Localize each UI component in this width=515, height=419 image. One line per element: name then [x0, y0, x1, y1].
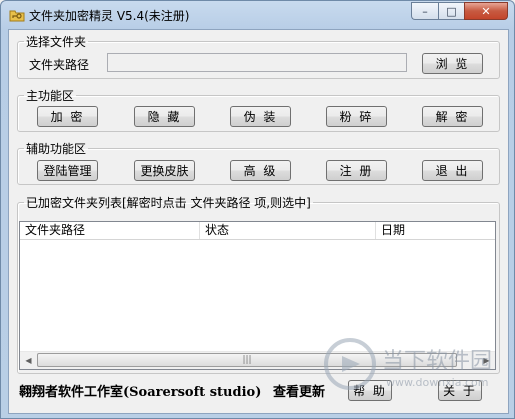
about-button[interactable]: 关 于 — [438, 380, 482, 401]
client-area: 选择文件夹 文件夹路径 浏 览 主功能区 加 密 隐 藏 伪 装 粉 碎 解 密… — [8, 29, 509, 414]
list-header: 文件夹路径 状态 日期 — [20, 222, 495, 240]
decrypt-button[interactable]: 解 密 — [422, 106, 483, 127]
check-update-link[interactable]: 查看更新 — [273, 381, 325, 400]
column-header-status[interactable]: 状态 — [200, 222, 376, 239]
scrollbar-thumb[interactable]: ||| — [37, 353, 457, 367]
column-header-path[interactable]: 文件夹路径 — [20, 222, 200, 239]
maximize-icon: □ — [446, 4, 457, 18]
close-button[interactable]: ✕ — [464, 2, 508, 20]
hide-button[interactable]: 隐 藏 — [134, 106, 195, 127]
folder-key-icon — [9, 10, 25, 22]
window-controls: – □ ✕ — [411, 2, 508, 20]
disguise-button[interactable]: 伪 装 — [230, 106, 291, 127]
shred-button[interactable]: 粉 碎 — [326, 106, 387, 127]
login-manage-button[interactable]: 登陆管理 — [37, 160, 98, 181]
register-button[interactable]: 注 册 — [326, 160, 387, 181]
scroll-left-arrow-icon[interactable]: ◀ — [20, 352, 37, 369]
encrypt-button[interactable]: 加 密 — [37, 106, 98, 127]
column-header-date[interactable]: 日期 — [376, 222, 495, 239]
encrypted-list-legend: 已加密文件夹列表[解密时点击 文件夹路径 项,则选中] — [26, 196, 311, 210]
maximize-button[interactable]: □ — [438, 2, 464, 20]
minimize-icon: – — [422, 4, 428, 18]
app-window: 文件夹加密精灵 V5.4(未注册) – □ ✕ 选择文件夹 文件夹路径 浏 览 … — [0, 0, 515, 419]
title-bar[interactable]: 文件夹加密精灵 V5.4(未注册) – □ ✕ — [1, 1, 514, 29]
change-skin-button[interactable]: 更换皮肤 — [134, 160, 195, 181]
select-folder-legend: 选择文件夹 — [26, 35, 87, 49]
scroll-right-arrow-icon[interactable]: ▶ — [478, 352, 495, 369]
advanced-button[interactable]: 高 级 — [230, 160, 291, 181]
close-icon: ✕ — [481, 4, 491, 18]
browse-button[interactable]: 浏 览 — [422, 53, 483, 74]
horizontal-scrollbar[interactable]: ◀ ||| ▶ — [20, 351, 495, 369]
help-button[interactable]: 帮 助 — [348, 380, 392, 401]
folder-path-input[interactable] — [107, 53, 407, 72]
encrypted-folder-list[interactable]: 文件夹路径 状态 日期 ◀ ||| ▶ — [19, 221, 496, 370]
aux-function-legend: 辅助功能区 — [26, 142, 87, 156]
path-label: 文件夹路径 — [29, 58, 90, 72]
window-title: 文件夹加密精灵 V5.4(未注册) — [29, 9, 190, 23]
minimize-button[interactable]: – — [411, 2, 438, 20]
exit-button[interactable]: 退 出 — [422, 160, 483, 181]
main-function-legend: 主功能区 — [26, 89, 75, 103]
studio-name: 翱翔者软件工作室(Soarersoft studio) — [19, 385, 262, 400]
